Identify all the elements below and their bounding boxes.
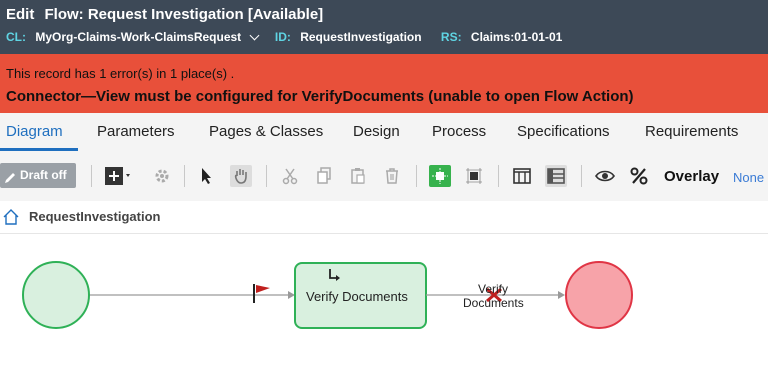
toolbar-divider [581,165,582,187]
percentage-button[interactable] [628,165,650,187]
gear-icon [155,169,169,183]
snap-to-grid-button[interactable] [429,165,451,187]
home-icon[interactable] [2,208,20,231]
grid-snap-icon [432,168,448,184]
tab-design[interactable]: Design [353,123,400,140]
flow-canvas[interactable]: Verify Documents Verify Documents [0,234,768,374]
eye-icon [595,170,615,182]
end-shape[interactable] [565,261,633,329]
add-shape-button[interactable] [104,165,134,187]
select-tool-button[interactable] [196,165,218,187]
draft-label: Draft off [20,168,67,182]
cut-button[interactable] [279,165,301,187]
tab-process[interactable]: Process [432,123,486,140]
add-shape-icon [105,167,130,185]
flow-diagram [22,261,633,329]
arrow-head [558,291,565,299]
delete-button[interactable] [381,165,403,187]
error-summary: This record has 1 error(s) in 1 place(s)… [6,66,235,81]
rows-button[interactable] [545,165,567,187]
error-detail[interactable]: Connector—View must be configured for Ve… [6,88,634,105]
chevron-down-icon[interactable] [249,30,259,41]
arrow-head [288,291,295,299]
toolbar: Draft off Overlay None [0,151,768,202]
paste-icon [351,168,365,184]
tab-specifications[interactable]: Specifications [517,123,610,140]
paste-button[interactable] [347,165,369,187]
id-key: ID: [274,30,291,44]
percent-icon [630,167,648,185]
edit-label: Edit [6,6,35,23]
overlay-label: Overlay [664,168,720,185]
pan-tool-button[interactable] [230,165,252,187]
error-banner: This record has 1 error(s) in 1 place(s)… [0,54,768,113]
tab-diagram[interactable]: Diagram [6,123,63,140]
rs-value[interactable]: Claims:01-01-01 [471,30,562,44]
flag-icon[interactable] [253,284,270,303]
pointer-icon [202,168,211,184]
breadcrumb: RequestInvestigation [0,201,768,234]
page-title: Edit Flow: Request Investigation [Availa… [6,6,323,23]
tab-bar: Diagram Parameters Pages & Classes Desig… [0,113,768,151]
columns-icon [513,168,531,184]
preview-button[interactable] [594,165,616,187]
rs-key: RS: [440,30,462,44]
toolbar-divider [91,165,92,187]
tab-parameters[interactable]: Parameters [97,123,175,140]
pencil-icon [4,163,18,197]
toolbar-divider [266,165,267,187]
draft-toggle-button[interactable]: Draft off [0,163,76,188]
copy-icon [317,167,331,184]
cl-value[interactable]: MyOrg-Claims-Work-ClaimsRequest [35,30,241,44]
tab-pages-classes[interactable]: Pages & Classes [209,123,323,140]
start-shape[interactable] [22,261,90,329]
tab-requirements[interactable]: Requirements [645,123,738,140]
scissors-icon [282,168,298,185]
fit-icon [466,168,482,184]
settings-button[interactable] [151,165,173,187]
id-value: RequestInvestigation [300,30,422,44]
toolbar-divider [498,165,499,187]
swimlane-button[interactable] [511,165,533,187]
toolbar-divider [416,165,417,187]
assignment-label: Verify Documents [306,289,408,304]
cl-key: CL: [6,30,26,44]
toolbar-divider [184,165,185,187]
copy-button[interactable] [313,165,335,187]
record-meta: CL: MyOrg-Claims-Work-ClaimsRequest ID: … [6,30,578,44]
header-bar: Edit Flow: Request Investigation [Availa… [0,0,768,54]
connector-label-line2: Documents [463,296,524,310]
rows-icon [547,168,565,184]
overlay-value-link[interactable]: None [733,170,764,185]
flow-title: Flow: Request Investigation [Available] [44,6,324,23]
connector-label-line1: Verify [478,282,509,296]
trash-icon [386,168,398,184]
fit-to-page-button[interactable] [463,165,485,187]
breadcrumb-item[interactable]: RequestInvestigation [29,209,160,224]
hand-icon [234,169,247,184]
